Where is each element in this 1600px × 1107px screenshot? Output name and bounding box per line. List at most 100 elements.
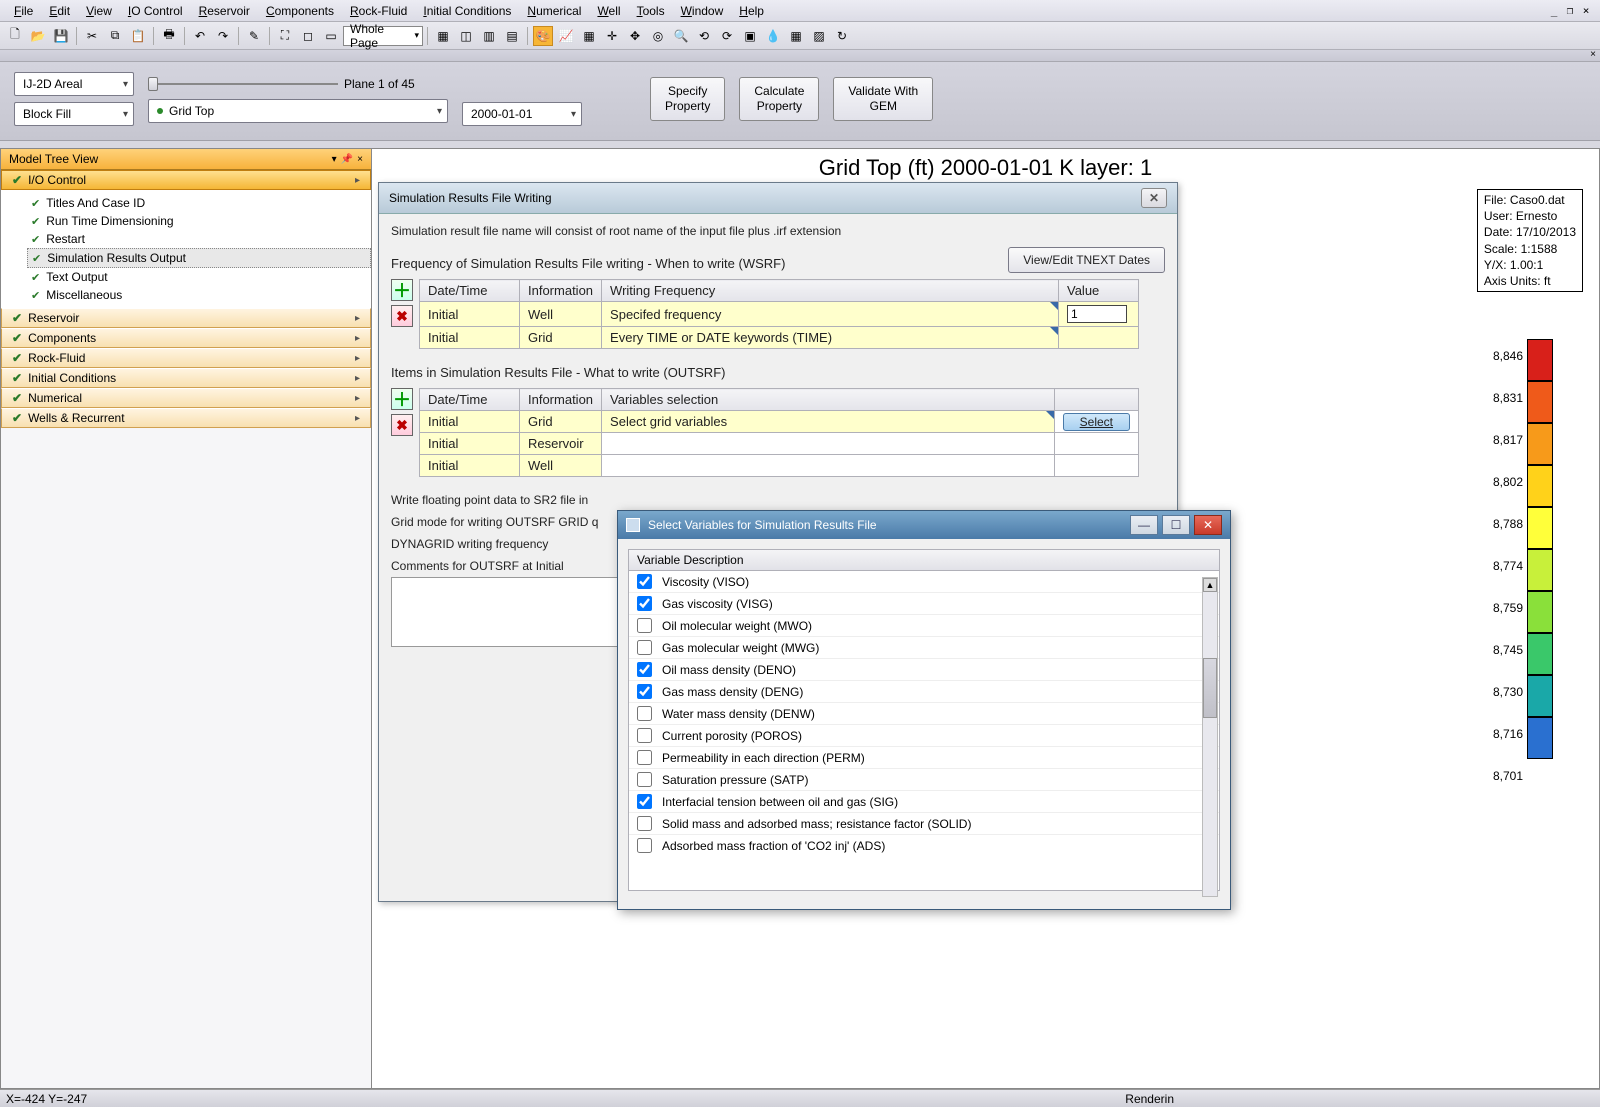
variable-list-scrollbar[interactable]: ▲ xyxy=(1202,577,1218,897)
menu-io-control[interactable]: IO Control xyxy=(120,2,191,20)
variable-row[interactable]: Solid mass and adsorbed mass; resistance… xyxy=(629,813,1219,835)
variable-checkbox[interactable] xyxy=(637,662,652,677)
variable-checkbox[interactable] xyxy=(637,728,652,743)
variable-row[interactable]: Adsorbed mass fraction of 'CO2 inj' (ADS… xyxy=(629,835,1219,856)
dialog2-maximize-button[interactable]: ☐ xyxy=(1162,515,1190,535)
variable-row[interactable]: Interfacial tension between oil and gas … xyxy=(629,791,1219,813)
menu-window[interactable]: Window xyxy=(673,2,732,20)
freq-delete-button[interactable]: ✖ xyxy=(391,305,413,327)
dialog2-minimize-button[interactable]: — xyxy=(1130,515,1158,535)
window-restore-icon[interactable]: ❐ xyxy=(1562,4,1578,17)
validate-gem-button[interactable]: Validate With GEM xyxy=(833,77,933,121)
zoom-in-icon[interactable]: 🔍 xyxy=(671,26,691,46)
mesh-icon[interactable]: ▨ xyxy=(809,26,829,46)
undo-icon[interactable]: ↶ xyxy=(190,26,210,46)
tree-leaf-text-output[interactable]: ✔Text Output xyxy=(27,268,371,286)
variable-row[interactable]: Water mass density (DENW) xyxy=(629,703,1219,725)
window-close-icon[interactable]: × xyxy=(1578,4,1594,17)
variable-row[interactable]: Oil mass density (DENO) xyxy=(629,659,1219,681)
menu-rock-fluid[interactable]: Rock-Fluid xyxy=(342,2,415,20)
menu-help[interactable]: Help xyxy=(731,2,772,20)
chart-icon[interactable]: 📈 xyxy=(556,26,576,46)
menu-edit[interactable]: Edit xyxy=(41,2,78,20)
tree-leaf-run-time-dimensioning[interactable]: ✔Run Time Dimensioning xyxy=(27,212,371,230)
wsrf-table[interactable]: Date/TimeInformationWriting FrequencyVal… xyxy=(419,279,1139,349)
menu-components[interactable]: Components xyxy=(258,2,342,20)
view-2d-icon[interactable]: ▥ xyxy=(479,26,499,46)
items-delete-button[interactable]: ✖ xyxy=(391,414,413,436)
tree-section-numerical[interactable]: ✔Numerical▸ xyxy=(1,388,371,408)
variable-row[interactable]: Viscosity (VISO) xyxy=(629,571,1219,593)
items-add-button[interactable]: ＋ xyxy=(391,388,413,410)
table-row[interactable]: InitialGridEvery TIME or DATE keywords (… xyxy=(420,327,1139,349)
tree-pin-icon[interactable]: 📌 xyxy=(341,154,353,165)
refresh-icon[interactable]: ↻ xyxy=(832,26,852,46)
variable-checkbox[interactable] xyxy=(637,772,652,787)
region-icon[interactable]: ▣ xyxy=(740,26,760,46)
view-mode-combo[interactable]: IJ-2D Areal xyxy=(14,72,134,96)
variable-checkbox[interactable] xyxy=(637,816,652,831)
move-icon[interactable]: ✥ xyxy=(625,26,645,46)
tree-close-icon[interactable]: × xyxy=(357,154,363,165)
fullscreen-icon[interactable]: ⛶ xyxy=(275,26,295,46)
variable-checkbox[interactable] xyxy=(637,618,652,633)
table-icon[interactable]: ▦ xyxy=(433,26,453,46)
value-input[interactable] xyxy=(1067,305,1127,323)
scroll-up-icon[interactable]: ▲ xyxy=(1203,578,1217,592)
tree-section-wells-recurrent[interactable]: ✔Wells & Recurrent▸ xyxy=(1,408,371,428)
scroll-thumb[interactable] xyxy=(1203,658,1217,718)
table-row[interactable]: InitialWell xyxy=(420,455,1139,477)
view-tnext-dates-button[interactable]: View/Edit TNEXT Dates xyxy=(1008,247,1165,273)
crosshair-icon[interactable]: ✛ xyxy=(602,26,622,46)
table-row[interactable]: InitialGridSelect grid variablesSelect xyxy=(420,411,1139,433)
tree-section-reservoir[interactable]: ✔Reservoir▸ xyxy=(1,308,371,328)
variable-row[interactable]: Oil molecular weight (MWO) xyxy=(629,615,1219,637)
target-icon[interactable]: ◎ xyxy=(648,26,668,46)
droplet-icon[interactable]: 💧 xyxy=(763,26,783,46)
ribbon-close-icon[interactable]: × xyxy=(1590,49,1596,60)
variable-checkbox[interactable] xyxy=(637,838,652,853)
window-minimize-icon[interactable]: _ xyxy=(1546,4,1562,17)
variable-checkbox[interactable] xyxy=(637,750,652,765)
print-icon[interactable]: 🖶 xyxy=(159,26,179,46)
paste-icon[interactable]: 📋 xyxy=(128,26,148,46)
specify-property-button[interactable]: Specify Property xyxy=(650,77,725,121)
table-row[interactable]: InitialReservoir xyxy=(420,433,1139,455)
grid2-icon[interactable]: ▦ xyxy=(786,26,806,46)
menu-initial-conditions[interactable]: Initial Conditions xyxy=(415,2,519,20)
view-3d-icon[interactable]: ◫ xyxy=(456,26,476,46)
menu-numerical[interactable]: Numerical xyxy=(519,2,589,20)
redo-icon[interactable]: ↷ xyxy=(213,26,233,46)
copy-icon[interactable]: ⧉ xyxy=(105,26,125,46)
edit-icon[interactable]: ✎ xyxy=(244,26,264,46)
cut-icon[interactable]: ✂ xyxy=(82,26,102,46)
tree-section-initial-conditions[interactable]: ✔Initial Conditions▸ xyxy=(1,368,371,388)
tree-section-rock-fluid[interactable]: ✔Rock-Fluid▸ xyxy=(1,348,371,368)
calculate-property-button[interactable]: Calculate Property xyxy=(739,77,819,121)
table-row[interactable]: InitialWellSpecifed frequency xyxy=(420,302,1139,327)
view-layer-icon[interactable]: ▤ xyxy=(502,26,522,46)
variable-checkbox[interactable] xyxy=(637,794,652,809)
variable-row[interactable]: Saturation pressure (SATP) xyxy=(629,769,1219,791)
menu-view[interactable]: View xyxy=(78,2,120,20)
menu-well[interactable]: Well xyxy=(589,2,628,20)
fill-mode-combo[interactable]: Block Fill xyxy=(14,102,134,126)
tree-section-components[interactable]: ✔Components▸ xyxy=(1,328,371,348)
rotate-icon[interactable]: ⟲ xyxy=(694,26,714,46)
grid-icon[interactable]: ▦ xyxy=(579,26,599,46)
tree-leaf-simulation-results-output[interactable]: ✔Simulation Results Output xyxy=(27,248,371,268)
property-combo[interactable]: Grid Top xyxy=(148,99,448,123)
tree-leaf-titles-and-case-id[interactable]: ✔Titles And Case ID xyxy=(27,194,371,212)
variable-checkbox[interactable] xyxy=(637,706,652,721)
reset-icon[interactable]: ⟳ xyxy=(717,26,737,46)
variable-row[interactable]: Current porosity (POROS) xyxy=(629,725,1219,747)
dialog2-close-button[interactable]: ✕ xyxy=(1194,515,1222,535)
menu-file[interactable]: File xyxy=(6,2,41,20)
date-combo[interactable]: 2000-01-01 xyxy=(462,102,582,126)
variable-row[interactable]: Gas molecular weight (MWG) xyxy=(629,637,1219,659)
tree-section-i-o-control[interactable]: ✔I/O Control▸ xyxy=(1,170,371,190)
variable-checkbox[interactable] xyxy=(637,684,652,699)
tree-leaf-miscellaneous[interactable]: ✔Miscellaneous xyxy=(27,286,371,304)
menu-tools[interactable]: Tools xyxy=(629,2,673,20)
variable-list[interactable]: Viscosity (VISO)Gas viscosity (VISG)Oil … xyxy=(628,571,1220,891)
